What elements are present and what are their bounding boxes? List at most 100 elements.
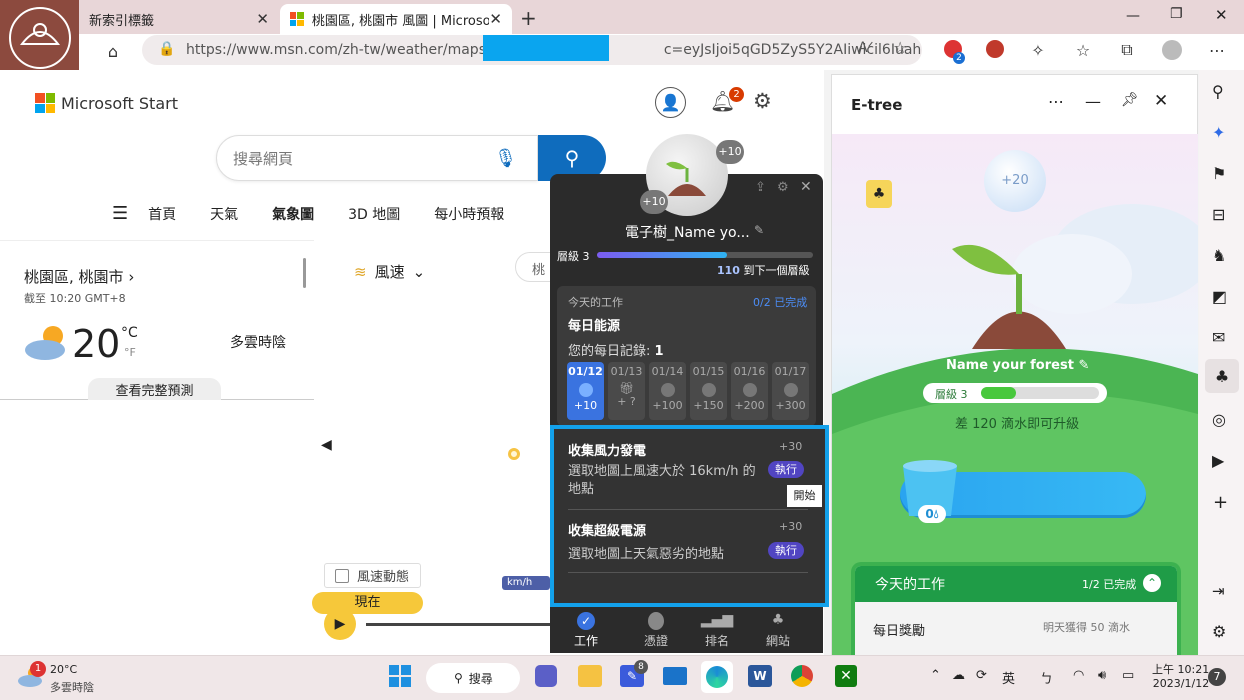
now-label[interactable]: 現在: [312, 592, 423, 614]
daily-reward-row[interactable]: 每日獎勵 明天獲得 50 滴水: [855, 602, 1177, 655]
sparkle-icon[interactable]: ✦: [1212, 123, 1225, 142]
unit-celsius[interactable]: °C: [121, 325, 138, 341]
task2-run-button[interactable]: 執行: [768, 542, 804, 559]
tab-site[interactable]: ♣ 網站: [758, 612, 798, 649]
youtube-icon[interactable]: ▶: [1212, 451, 1224, 470]
day-card[interactable]: 01/13 🎁︎ + ?: [608, 362, 645, 420]
full-forecast-button[interactable]: 查看完整預測: [88, 378, 221, 400]
day-card[interactable]: 01/15 +150: [690, 362, 727, 420]
day-card[interactable]: 01/17 +300: [772, 362, 809, 420]
close-icon[interactable]: ✕: [256, 10, 269, 28]
close-icon[interactable]: ✕: [489, 10, 502, 28]
adblock-icon[interactable]: [986, 40, 1004, 58]
profile-avatar[interactable]: [1162, 40, 1182, 60]
tab-new[interactable]: 新索引標籤 ✕: [79, 4, 279, 34]
sidebar-collapse-icon[interactable]: ⇥: [1212, 582, 1225, 600]
settings-icon[interactable]: ⚙: [777, 180, 789, 195]
xbox-icon[interactable]: ✕: [835, 665, 857, 687]
instagram-icon[interactable]: ◎: [1212, 410, 1226, 429]
collections-icon[interactable]: ⧉: [1114, 37, 1140, 63]
search-icon[interactable]: ⚲: [1212, 82, 1224, 101]
clock[interactable]: 上午 10:21 2023/1/12: [1152, 661, 1209, 690]
speed-unit-chip[interactable]: km/h: [502, 576, 550, 590]
location-link[interactable]: 桃園區, 桃園市 ›: [24, 266, 134, 287]
bonus-bubble[interactable]: +20: [984, 150, 1046, 212]
location-chip[interactable]: 桃: [515, 252, 551, 282]
unit-fahrenheit[interactable]: °F: [124, 346, 136, 359]
layer-select[interactable]: ≋ 風速 ⌄: [354, 261, 425, 282]
sync-icon[interactable]: ⟳: [976, 668, 987, 683]
restore-icon[interactable]: ❐: [1170, 6, 1183, 22]
ime-mode[interactable]: 英: [1002, 668, 1015, 687]
outlook-icon[interactable]: ✉: [1212, 328, 1225, 347]
day-card[interactable]: 01/16 +200: [731, 362, 768, 420]
chevron-up-icon[interactable]: ⌃: [930, 668, 941, 683]
read-aloud-icon[interactable]: Aᐟ: [858, 40, 874, 56]
timeline-track[interactable]: [366, 623, 552, 626]
home-icon[interactable]: ⌂: [100, 38, 126, 64]
share-icon[interactable]: ⇪: [755, 180, 766, 195]
nav-maps[interactable]: 氣象圖: [272, 204, 314, 224]
minimize-icon[interactable]: —: [1126, 8, 1140, 24]
minimize-icon[interactable]: —: [1085, 92, 1101, 111]
task1-run-button[interactable]: 執行: [768, 461, 804, 478]
new-tab-button[interactable]: +: [520, 6, 537, 30]
file-explorer-icon[interactable]: [578, 665, 602, 687]
word-icon[interactable]: W: [748, 665, 772, 687]
more-icon[interactable]: ⋯: [1048, 92, 1064, 111]
more-icon[interactable]: ⋯: [1204, 37, 1230, 63]
account-icon[interactable]: 👤: [655, 87, 686, 118]
day-card[interactable]: 01/12 +10: [567, 362, 604, 420]
etree-tasks-header[interactable]: 今天的工作 1/2 已完成 ⌃: [855, 566, 1177, 602]
teams-icon[interactable]: [535, 665, 557, 687]
favorites-icon[interactable]: ☆: [1070, 37, 1096, 63]
edge-taskbar-active[interactable]: [701, 661, 733, 693]
plus-bubble-bottom[interactable]: +10: [640, 190, 668, 214]
card-tree-icon[interactable]: ♣: [866, 180, 892, 208]
ime-icon[interactable]: ㄅ: [1040, 668, 1053, 687]
close-icon[interactable]: ✕: [1154, 91, 1168, 111]
tag-icon[interactable]: ⚑: [1212, 164, 1226, 183]
office-icon[interactable]: ◩: [1212, 287, 1227, 306]
onedrive-icon[interactable]: ☁: [952, 668, 965, 683]
notification-count[interactable]: 7: [1208, 668, 1226, 686]
edit-icon[interactable]: ✎: [754, 223, 764, 237]
mail-icon[interactable]: [663, 667, 687, 685]
nav-home[interactable]: 首頁: [148, 204, 176, 224]
map-prev-icon[interactable]: ◀: [321, 437, 332, 453]
search-input[interactable]: 搜尋網頁 🎙︎: [216, 135, 538, 181]
start-icon[interactable]: [389, 665, 411, 687]
toolbox-icon[interactable]: ⊟: [1212, 205, 1225, 224]
close-window-icon[interactable]: ✕: [1215, 6, 1228, 24]
wind-animation-toggle[interactable]: 風速動態: [324, 563, 421, 588]
volume-icon[interactable]: 🔊︎: [1098, 668, 1106, 683]
add-icon[interactable]: +: [1213, 492, 1228, 513]
pin-icon[interactable]: 📌︎: [1121, 92, 1139, 108]
msn-brand[interactable]: Microsoft Start: [35, 93, 178, 113]
play-icon[interactable]: ▶: [324, 608, 356, 640]
close-icon[interactable]: ✕: [800, 179, 812, 195]
etree-sidebar-icon[interactable]: ♣: [1205, 359, 1239, 393]
battery-icon[interactable]: ▭: [1122, 668, 1134, 683]
gear-icon[interactable]: ⚙: [1212, 622, 1226, 641]
nav-3d-map[interactable]: 3D 地圖: [348, 204, 400, 224]
tab-msn-weather[interactable]: 桃園區, 桃園市 風圖 | Microsoft Start ✕: [280, 4, 512, 34]
favorite-add-icon[interactable]: ☆: [893, 38, 907, 57]
tab-tasks[interactable]: ✓ 工作: [566, 612, 606, 649]
plus-bubble-top[interactable]: +10: [716, 140, 744, 164]
scrollbar[interactable]: [303, 258, 306, 288]
extensions-icon[interactable]: ✧: [1025, 37, 1051, 63]
taskbar-search[interactable]: ⚲ 搜尋: [426, 663, 520, 693]
day-card[interactable]: 01/14 +100: [649, 362, 686, 420]
nav-weather[interactable]: 天氣: [210, 204, 238, 224]
edit-icon[interactable]: ✎: [1078, 358, 1089, 373]
tab-ranking[interactable]: ▂▄▆ 排名: [697, 612, 737, 649]
microphone-icon[interactable]: 🎙︎: [494, 148, 517, 169]
hamburger-menu-icon[interactable]: ☰: [112, 203, 128, 224]
chrome-icon[interactable]: [791, 665, 813, 687]
chevron-up-icon[interactable]: ⌃: [1143, 574, 1161, 592]
gear-icon[interactable]: ⚙: [753, 89, 772, 113]
wifi-icon[interactable]: ◠: [1073, 668, 1084, 683]
map-location-dot[interactable]: [508, 448, 520, 460]
lock-icon[interactable]: 🔒: [158, 41, 175, 57]
